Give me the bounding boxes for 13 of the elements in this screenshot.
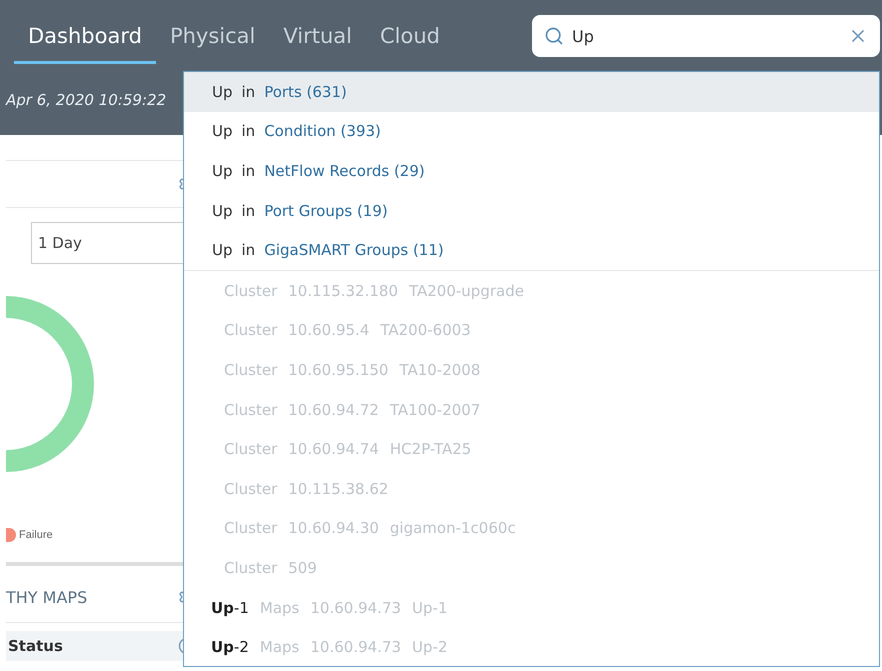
panel-title: THY MAPS	[6, 588, 88, 606]
nav-tab[interactable]: Cloud	[366, 18, 454, 64]
search-icon	[544, 26, 564, 46]
nav-tab[interactable]: Virtual	[269, 18, 366, 64]
suggestion-item[interactable]: Up in Ports (631)	[184, 72, 879, 112]
timestamp: Apr 6, 2020 10:59:22	[6, 90, 166, 108]
suggestion-item[interactable]: Up-2 Maps 10.60.94.73 Up-2	[184, 627, 879, 667]
nav-tab[interactable]: Physical	[156, 18, 270, 64]
search-input[interactable]: Up	[570, 26, 842, 46]
column-header: Status	[8, 637, 63, 655]
search-field[interactable]: Up	[532, 15, 880, 57]
suggestion-item[interactable]: Up-1 Maps 10.60.94.73 Up-1	[184, 588, 879, 628]
legend-label: Failure	[19, 529, 53, 541]
